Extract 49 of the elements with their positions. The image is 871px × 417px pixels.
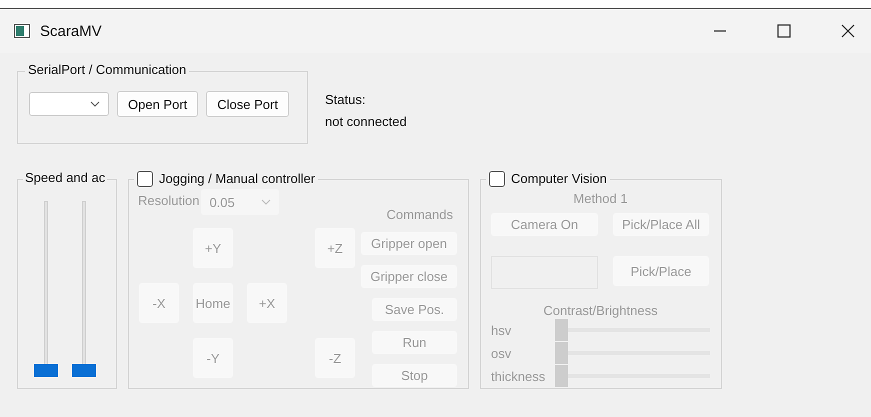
port-button[interactable]: Close Port	[206, 91, 289, 117]
caret-icon	[90, 101, 100, 107]
status-label: Status:	[325, 92, 366, 107]
command-button[interactable]: Gripper open	[361, 232, 457, 255]
port-button[interactable]: Open Port	[117, 91, 198, 117]
vertical-slider[interactable]	[34, 201, 58, 377]
slider-handle[interactable]	[555, 342, 568, 364]
port-dropdown[interactable]	[29, 92, 109, 116]
slider-handle[interactable]	[72, 364, 96, 377]
maximize-icon[interactable]	[777, 24, 791, 38]
contrast-title: Contrast/Brightness	[543, 303, 658, 318]
slider-handle[interactable]	[555, 319, 568, 341]
jog-button[interactable]: Home	[193, 283, 233, 323]
horizontal-slider[interactable]	[555, 319, 710, 341]
app-icon	[14, 24, 30, 38]
jog-button[interactable]: +Y	[193, 228, 233, 268]
resolution-label: Resolution	[138, 193, 200, 208]
commands-title: Commands	[386, 207, 453, 222]
caret-icon	[261, 199, 272, 205]
slider-label: osv	[491, 346, 512, 360]
window-title: ScaraMV	[40, 22, 102, 40]
method-label: Method 1	[573, 191, 628, 206]
jog-button[interactable]: +X	[247, 283, 287, 323]
jog-button[interactable]: -Y	[193, 338, 233, 378]
group-title: Computer Vision	[511, 170, 607, 188]
command-button[interactable]: Gripper close	[361, 265, 457, 288]
slider-handle[interactable]	[34, 364, 58, 377]
jog-button[interactable]: -Z	[315, 338, 355, 378]
command-button[interactable]: Stop	[372, 364, 457, 387]
pick-place-all-button[interactable]: Pick/Place All	[613, 213, 709, 236]
jog-button[interactable]: -X	[139, 283, 179, 323]
horizontal-slider[interactable]	[555, 342, 710, 364]
checkbox[interactable]	[489, 171, 505, 187]
jog-button[interactable]: +Z	[315, 228, 355, 268]
checkbox[interactable]	[137, 171, 153, 187]
slider-label: thickness	[491, 368, 546, 384]
vertical-slider[interactable]	[72, 201, 96, 377]
pick-place-button[interactable]: Pick/Place	[613, 256, 709, 286]
slider-handle[interactable]	[555, 365, 568, 387]
camera-button[interactable]: Camera On	[491, 213, 598, 236]
group-title: Speed and ac	[23, 170, 108, 186]
command-button[interactable]: Run	[372, 331, 457, 354]
status-value: not connected	[325, 114, 407, 129]
command-button[interactable]: Save Pos.	[372, 298, 457, 321]
slider-label: hsv	[491, 322, 512, 338]
close-icon[interactable]	[841, 24, 855, 38]
horizontal-slider[interactable]	[555, 365, 710, 387]
group-title: Jogging / Manual controller	[159, 170, 316, 188]
resolution-dropdown[interactable]: 0.05	[201, 189, 280, 215]
